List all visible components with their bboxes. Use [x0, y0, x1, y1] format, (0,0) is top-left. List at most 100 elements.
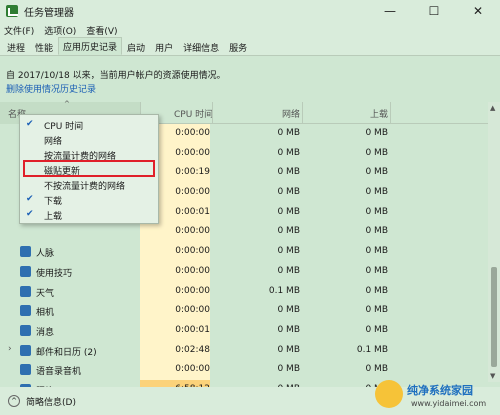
upload-cell: 0 MB	[365, 147, 388, 158]
watermark-url: www.yidaimei.com	[411, 399, 487, 408]
tab-app-history[interactable]: 应用历史记录	[58, 37, 123, 55]
menu-view[interactable]: 查看(V)	[86, 24, 117, 37]
fewer-details-button[interactable]: 简略信息(D)	[26, 395, 76, 408]
close-button[interactable]: ✕	[456, 0, 500, 22]
menu-item-cpu-time[interactable]: ✔ CPU 时间	[20, 117, 158, 132]
tab-services[interactable]: 服务	[224, 39, 252, 55]
network-cell: 0 MB	[277, 128, 300, 138]
upload-cell: 0 MB	[365, 364, 388, 375]
cpu-time-cell: 0:00:01	[140, 320, 210, 341]
maximize-button[interactable]: ☐	[412, 0, 456, 22]
table-row[interactable]: 天气 0:00:00 0.1 MB 0 MB	[0, 281, 488, 302]
menu-item-non-metered-network[interactable]: 不按流量计费的网络	[20, 177, 158, 192]
upload-cell: 0 MB	[365, 324, 388, 335]
column-header-cpu[interactable]: CPU 时间	[174, 107, 213, 120]
menu-bar: 文件(F) 选项(O) 查看(V)	[0, 22, 500, 38]
menu-file[interactable]: 文件(F)	[4, 24, 34, 37]
column-header-upload[interactable]: 上载	[370, 107, 388, 120]
camera-app-icon	[20, 305, 31, 317]
watermark: 纯净系统家园 www.yidaimei.com	[375, 378, 500, 415]
network-cell: 0 MB	[277, 147, 300, 158]
column-header-network[interactable]: 网络	[282, 107, 300, 120]
column-divider[interactable]	[212, 102, 213, 124]
task-manager-icon	[6, 5, 18, 17]
app-name: 使用技巧	[36, 268, 73, 279]
cpu-time-cell: 0:00:00	[140, 301, 210, 321]
table-row[interactable]: › 邮件和日历 (2) 0:02:48 0 MB 0.1 MB	[0, 340, 488, 361]
upload-cell: 0 MB	[365, 265, 388, 276]
table-row[interactable]: 语音录音机 0:00:00 0 MB 0 MB	[0, 360, 488, 380]
column-divider[interactable]	[390, 102, 391, 124]
vertical-scrollbar[interactable]: ▲ ▼	[488, 102, 500, 382]
weather-app-icon	[20, 285, 31, 297]
tips-app-icon	[20, 265, 31, 277]
table-row[interactable]: 0:00:00 0 MB 0 MB	[0, 222, 488, 243]
cpu-time-cell: 0:00:00	[140, 281, 210, 302]
app-name: 邮件和日历 (2)	[36, 347, 97, 358]
cpu-time-cell: 0:02:48	[140, 340, 210, 361]
menu-item-network[interactable]: 网络	[20, 132, 158, 147]
network-cell: 0 MB	[277, 167, 300, 178]
watermark-title: 纯净系统家园	[407, 384, 473, 397]
menu-item-label: CPU 时间	[44, 122, 84, 132]
cpu-time-cell: 0:00:00	[140, 360, 210, 380]
upload-cell: 0 MB	[365, 187, 388, 198]
network-cell: 0 MB	[277, 324, 300, 335]
window-controls: — ☐ ✕	[368, 0, 500, 22]
app-name: 消息	[36, 327, 55, 338]
table-row[interactable]: 人脉 0:00:00 0 MB 0 MB	[0, 242, 488, 262]
network-cell: 0 MB	[277, 364, 300, 375]
tab-performance[interactable]: 性能	[30, 39, 58, 55]
window-title: 任务管理器	[24, 7, 74, 19]
messaging-app-icon	[20, 324, 31, 336]
network-cell: 0 MB	[277, 265, 300, 276]
usage-info-text: 自 2017/10/18 以来，当前用户帐户的资源使用情况。	[6, 71, 226, 81]
network-cell: 0 MB	[277, 305, 300, 316]
app-name: 相机	[36, 308, 55, 319]
title-bar: 任务管理器 — ☐ ✕	[0, 0, 500, 22]
tab-bar: 进程 性能 应用历史记录 启动 用户 详细信息 服务	[0, 37, 500, 56]
mail-calendar-app-icon	[20, 344, 31, 356]
upload-cell: 0 MB	[365, 167, 388, 178]
checkmark-icon: ✔	[26, 194, 34, 204]
menu-item-upload[interactable]: ✔ 上载	[20, 207, 158, 222]
checkmark-icon: ✔	[26, 209, 34, 219]
table-row[interactable]: 消息 0:00:01 0 MB 0 MB	[0, 320, 488, 341]
upload-cell: 0 MB	[365, 246, 388, 257]
upload-cell: 0 MB	[365, 206, 388, 217]
scroll-thumb[interactable]	[491, 267, 497, 367]
tab-users[interactable]: 用户	[150, 39, 178, 55]
column-divider[interactable]	[302, 102, 303, 124]
network-cell: 0 MB	[277, 246, 300, 257]
upload-cell: 0 MB	[365, 128, 388, 138]
menu-item-label: 下载	[44, 197, 63, 207]
menu-options[interactable]: 选项(O)	[44, 24, 76, 37]
menu-item-label: 上载	[44, 212, 63, 222]
highlight-annotation-box	[23, 160, 155, 177]
cpu-time-cell: 0:00:00	[140, 261, 210, 282]
checkmark-icon: ✔	[26, 119, 34, 129]
voice-recorder-app-icon	[20, 364, 31, 376]
table-row[interactable]: 相机 0:00:00 0 MB 0 MB	[0, 301, 488, 321]
chevron-up-icon[interactable]: ^	[8, 395, 20, 407]
minimize-button[interactable]: —	[368, 0, 412, 22]
app-name: 语音录音机	[36, 367, 82, 378]
network-cell: 0 MB	[277, 344, 300, 355]
network-cell: 0.1 MB	[268, 285, 300, 296]
tab-startup[interactable]: 启动	[122, 39, 150, 55]
menu-item-download[interactable]: ✔ 下载	[20, 192, 158, 207]
upload-cell: 0.1 MB	[356, 344, 388, 355]
tab-processes[interactable]: 进程	[2, 39, 30, 55]
delete-history-link[interactable]: 删除使用情况历史记录	[6, 82, 96, 95]
watermark-logo-icon	[375, 380, 403, 408]
expand-chevron-icon[interactable]: ›	[8, 344, 12, 354]
upload-cell: 0 MB	[365, 285, 388, 296]
network-cell: 0 MB	[277, 226, 300, 237]
scroll-up-icon[interactable]: ▲	[490, 104, 495, 112]
table-row[interactable]: 使用技巧 0:00:00 0 MB 0 MB	[0, 261, 488, 282]
menu-item-label: 不按流量计费的网络	[44, 182, 126, 192]
sort-up-icon: ^	[64, 100, 70, 108]
cpu-time-cell: 0:00:00	[140, 242, 210, 262]
network-cell: 0 MB	[277, 206, 300, 217]
tab-details[interactable]: 详细信息	[178, 39, 224, 55]
